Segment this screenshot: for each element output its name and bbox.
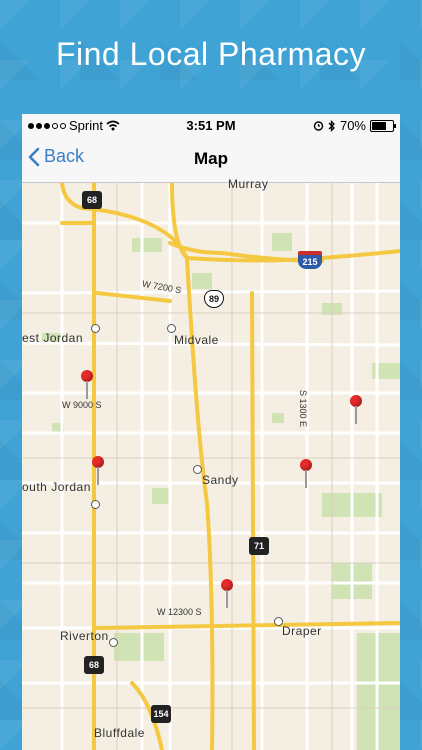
phone-screen: Sprint 3:51 PM 70% Back Map 68 89 215 71… bbox=[22, 114, 400, 750]
place-label-riverton: Riverton bbox=[60, 629, 109, 643]
place-label-south-jordan: outh Jordan bbox=[22, 480, 91, 494]
city-dot bbox=[167, 324, 176, 333]
road-label-1300e: S 1300 E bbox=[298, 390, 308, 428]
road-label-12300s: W 12300 S bbox=[157, 607, 202, 617]
pin-stick bbox=[305, 470, 307, 488]
navigation-bar: Back Map bbox=[22, 136, 400, 183]
city-dot bbox=[109, 638, 118, 647]
battery-fill bbox=[372, 121, 386, 130]
status-right: 70% bbox=[313, 118, 396, 133]
place-label-murray: Murray bbox=[228, 177, 269, 191]
map-view[interactable]: 68 89 215 71 68 154 Murray est Jordan Mi… bbox=[22, 177, 400, 750]
city-dot bbox=[193, 465, 202, 474]
pharmacy-pin[interactable] bbox=[300, 459, 312, 489]
route-71-shield: 71 bbox=[249, 537, 269, 555]
route-68-shield: 68 bbox=[82, 191, 102, 209]
city-dot bbox=[274, 617, 283, 626]
map-roads bbox=[22, 183, 400, 750]
bluetooth-icon bbox=[328, 119, 335, 132]
pin-stick bbox=[97, 467, 99, 485]
place-label-sandy: Sandy bbox=[202, 473, 239, 487]
pharmacy-pin[interactable] bbox=[221, 579, 233, 609]
place-label-west-jordan: est Jordan bbox=[22, 331, 84, 345]
headline: Find Local Pharmacy bbox=[55, 36, 367, 72]
place-label-bluffdale: Bluffdale bbox=[94, 726, 145, 740]
battery-icon bbox=[370, 119, 396, 132]
route-68-shield-south: 68 bbox=[84, 656, 104, 674]
interstate-215-shield: 215 bbox=[298, 251, 322, 269]
city-dot bbox=[91, 324, 100, 333]
pin-stick bbox=[226, 590, 228, 608]
pin-stick bbox=[355, 406, 357, 424]
road-label-9000s: W 9000 S bbox=[62, 400, 102, 410]
pharmacy-pin[interactable] bbox=[81, 370, 93, 400]
pharmacy-pin[interactable] bbox=[92, 456, 104, 486]
battery-percent: 70% bbox=[339, 118, 366, 133]
pharmacy-pin[interactable] bbox=[350, 395, 362, 425]
place-label-draper: Draper bbox=[282, 624, 322, 638]
nav-title: Map bbox=[194, 149, 228, 168]
pin-stick bbox=[86, 381, 88, 399]
city-dot bbox=[91, 500, 100, 509]
route-154-shield: 154 bbox=[151, 705, 171, 723]
status-bar: Sprint 3:51 PM 70% bbox=[22, 114, 400, 136]
place-label-midvale: Midvale bbox=[174, 333, 219, 347]
alarm-icon bbox=[313, 121, 324, 131]
